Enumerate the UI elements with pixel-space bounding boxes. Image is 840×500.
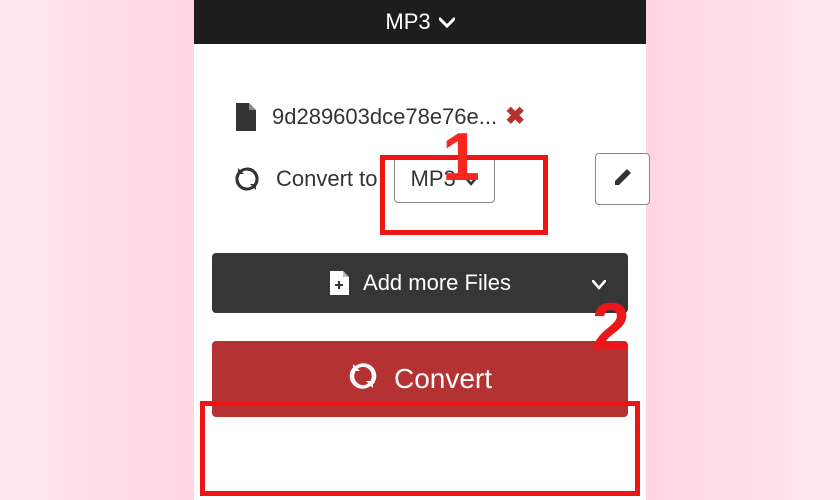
add-more-files-label: Add more Files (363, 270, 511, 296)
add-more-files-button[interactable]: Add more Files (212, 253, 628, 313)
chevron-down-icon (592, 270, 606, 296)
convert-button[interactable]: Convert (212, 341, 628, 417)
chevron-down-icon (464, 166, 478, 192)
add-file-icon (329, 271, 349, 295)
refresh-icon (234, 166, 260, 192)
format-dropdown[interactable]: MP3 (394, 155, 495, 203)
file-icon (234, 103, 256, 131)
remove-file-button[interactable]: ✖ (505, 102, 525, 131)
file-row: 9d289603dce78e76e... ✖ (234, 102, 606, 131)
convert-to-label: Convert to (276, 166, 378, 192)
chevron-down-icon (439, 9, 455, 35)
convert-button-label: Convert (394, 363, 492, 395)
top-format-selector[interactable]: MP3 (194, 0, 646, 44)
convert-icon (348, 361, 378, 398)
file-name: 9d289603dce78e76e... (272, 104, 497, 130)
edit-button[interactable] (595, 153, 650, 205)
convert-row: Convert to MP3 (234, 155, 606, 203)
format-dropdown-value: MP3 (411, 166, 456, 192)
file-card: 9d289603dce78e76e... ✖ Convert to MP3 (212, 74, 628, 235)
pencil-icon (612, 166, 634, 193)
top-format-label: MP3 (385, 9, 430, 35)
converter-app-screen: MP3 9d289603dce78e76e... ✖ Convert to MP… (194, 0, 646, 500)
